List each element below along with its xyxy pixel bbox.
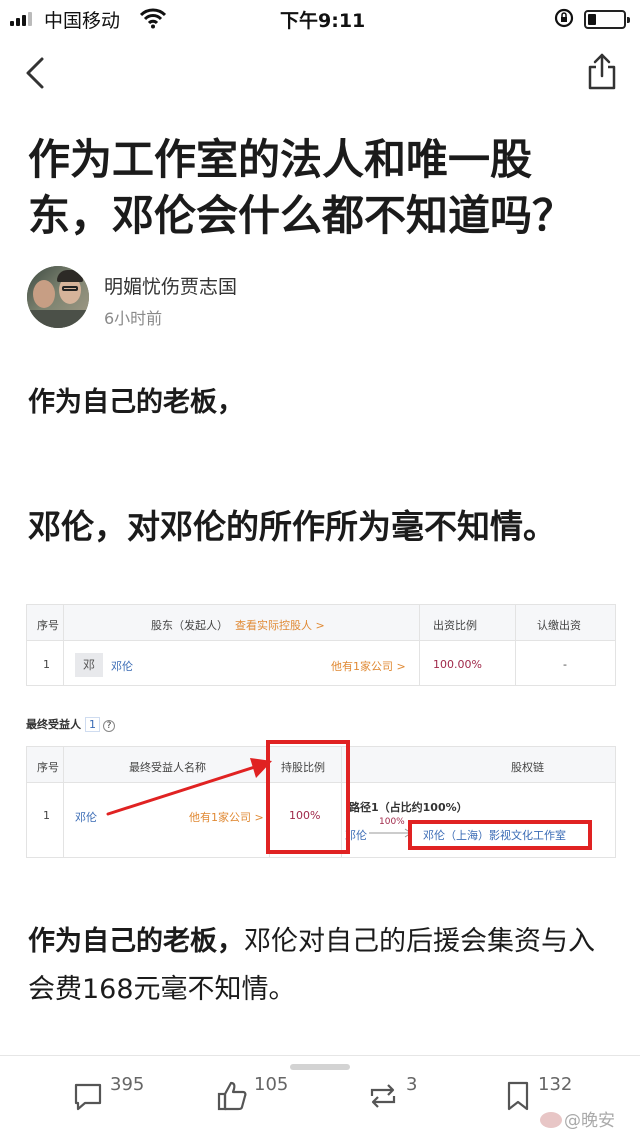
repost-icon (370, 1084, 396, 1108)
column-header: 认缴出资 (537, 619, 581, 632)
column-header: 序号 (37, 619, 59, 632)
comment-count: 395 (110, 1074, 145, 1095)
share-icon[interactable] (586, 52, 618, 92)
paragraph: 作为自己的老板，邓伦对自己的后援会集资与入会费168元毫不知情。 (28, 918, 618, 1014)
view-controller-link: 查看实际控股人 > (235, 619, 325, 632)
studio-highlight-box (408, 820, 592, 850)
status-time: 下午9:11 (280, 10, 366, 32)
red-annotation-arrow (106, 758, 272, 816)
paragraph-bold: 作为自己的老板， (28, 926, 244, 957)
shareholder-name: 邓伦 (111, 660, 133, 673)
signal-icon (10, 12, 32, 26)
wifi-icon (140, 8, 166, 29)
equity-path-percent: 100% (379, 817, 405, 827)
column-header: 序号 (37, 761, 59, 774)
thumbs-up-icon (217, 1081, 247, 1111)
comment-button[interactable]: 395 (72, 1074, 152, 1114)
beneficiary-label: 最终受益人 (26, 718, 81, 731)
shareholder-table: 序号 股东（发起人） 查看实际控股人 > 出资比例 认缴出资 1 邓 邓伦 他有… (26, 604, 616, 686)
equity-path-title: 路径1（占比约100%） (349, 801, 468, 814)
row-index: 1 (43, 658, 50, 671)
shareholder-companies: 他有1家公司 > (331, 660, 406, 673)
weibo-watermark: @晚安 (540, 1106, 615, 1131)
drag-handle[interactable] (290, 1064, 350, 1070)
post-time: 6小时前 (104, 309, 163, 328)
column-header: 股东（发起人） (151, 619, 228, 632)
like-button[interactable]: 105 (216, 1074, 296, 1114)
shareholder-avatar: 邓 (75, 653, 103, 677)
watermark-text: @晚安 (564, 1111, 615, 1131)
weibo-logo-icon (540, 1112, 562, 1128)
shareholder-subscribed: - (563, 658, 567, 671)
favorite-count: 132 (538, 1074, 573, 1095)
paragraph: 邓伦，对邓伦的所作所为毫不知情。 (28, 507, 556, 546)
beneficiary-count: 1 (85, 717, 100, 732)
like-count: 105 (254, 1074, 289, 1095)
battery-icon (584, 10, 630, 29)
repost-count: 3 (406, 1074, 418, 1095)
row-index: 1 (43, 809, 50, 822)
author-name[interactable]: 明媚忧伤贾志国 (104, 272, 237, 299)
article-title: 作为工作室的法人和唯一股 东，邓伦会什么都不知道吗？ (28, 132, 618, 244)
bookmark-icon (507, 1081, 529, 1111)
article-title-line: 作为工作室的法人和唯一股 (28, 135, 533, 184)
beneficiary-section-title: 最终受益人 1? (26, 716, 115, 732)
author-avatar[interactable] (27, 266, 89, 328)
article-title-line: 东，邓伦会什么都不知道吗？ (28, 191, 575, 240)
rotation-lock-icon (554, 8, 574, 28)
column-header: 出资比例 (433, 619, 477, 632)
carrier-label: 中国移动 (44, 10, 121, 32)
comment-icon (74, 1083, 102, 1111)
repost-button[interactable]: 3 (366, 1074, 426, 1114)
column-header: 股权链 (511, 761, 544, 774)
shareholder-ratio: 100.00% (433, 658, 482, 671)
paragraph: 作为自己的老板， (28, 387, 244, 418)
help-icon: ? (103, 720, 115, 732)
embedded-screenshot: 序号 股东（发起人） 查看实际控股人 > 出资比例 认缴出资 1 邓 邓伦 他有… (26, 600, 616, 858)
back-arrow-icon[interactable] (22, 56, 52, 90)
status-bar: 中国移动 下午9:11 (0, 0, 640, 40)
divider (0, 1055, 640, 1056)
